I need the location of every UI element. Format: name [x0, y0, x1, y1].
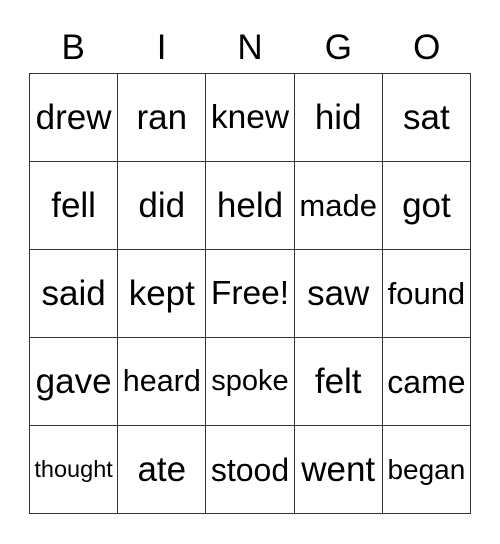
bingo-cell[interactable]: ate	[118, 426, 207, 514]
bingo-cell[interactable]: found	[382, 250, 471, 338]
bingo-cell[interactable]: did	[118, 162, 207, 250]
cell-word: drew	[35, 98, 112, 137]
bingo-header: BINGO	[29, 26, 471, 70]
cell-word: stood	[210, 451, 290, 488]
cell-word: held	[216, 186, 284, 225]
cell-word: went	[301, 450, 376, 489]
bingo-cell[interactable]: made	[294, 162, 383, 250]
bingo-cell[interactable]: hid	[294, 74, 383, 162]
header-letter: G	[324, 28, 352, 67]
cell-word: sat	[403, 98, 450, 137]
cell-word: found	[387, 276, 466, 311]
bingo-cell[interactable]: began	[382, 426, 471, 514]
cell-word: fell	[51, 186, 96, 225]
bingo-cell[interactable]: came	[382, 338, 471, 426]
bingo-cell[interactable]: fell	[30, 162, 119, 250]
cell-word: hid	[314, 98, 362, 137]
bingo-cell[interactable]: knew	[206, 74, 295, 162]
cell-word: made	[299, 188, 377, 223]
bingo-cell[interactable]: went	[294, 426, 383, 514]
cell-word: saw	[307, 274, 370, 313]
bingo-cell[interactable]: spoke	[206, 338, 295, 426]
cell-word: did	[138, 186, 186, 225]
bingo-cell[interactable]: kept	[118, 250, 207, 338]
bingo-cell[interactable]: felt	[294, 338, 383, 426]
bingo-cell[interactable]: gave	[30, 338, 119, 426]
bingo-cell[interactable]: stood	[206, 426, 295, 514]
cell-word: Free!	[210, 274, 290, 312]
header-letter: I	[156, 28, 167, 67]
free-space[interactable]: Free!	[206, 250, 295, 338]
cell-word: knew	[210, 98, 290, 136]
cell-word: spoke	[211, 365, 289, 397]
bingo-cell[interactable]: drew	[30, 74, 119, 162]
cell-word: got	[402, 186, 451, 225]
cell-word: heard	[122, 364, 201, 399]
bingo-cell[interactable]: thought	[30, 426, 119, 514]
cell-word: ran	[136, 98, 188, 137]
cell-word: came	[387, 363, 466, 400]
bingo-cell[interactable]: held	[206, 162, 295, 250]
cell-word: kept	[128, 274, 195, 313]
bingo-cell[interactable]: got	[382, 162, 471, 250]
bingo-grid: drew ran knew hid sat fell did held made got said k…	[29, 73, 471, 514]
header-letter: N	[237, 28, 263, 67]
cell-word: said	[41, 274, 106, 313]
bingo-cell[interactable]: said	[30, 250, 119, 338]
bingo-cell[interactable]: saw	[294, 250, 383, 338]
cell-word: began	[387, 453, 466, 485]
cell-word: felt	[314, 362, 362, 401]
cell-word: gave	[35, 362, 112, 401]
bingo-cell[interactable]: heard	[118, 338, 207, 426]
header-letter: O	[413, 28, 441, 67]
cell-word: thought	[34, 455, 113, 482]
bingo-cell[interactable]: sat	[382, 74, 471, 162]
header-letter: B	[61, 28, 85, 67]
bingo-cell[interactable]: ran	[118, 74, 207, 162]
cell-word: ate	[137, 450, 187, 489]
